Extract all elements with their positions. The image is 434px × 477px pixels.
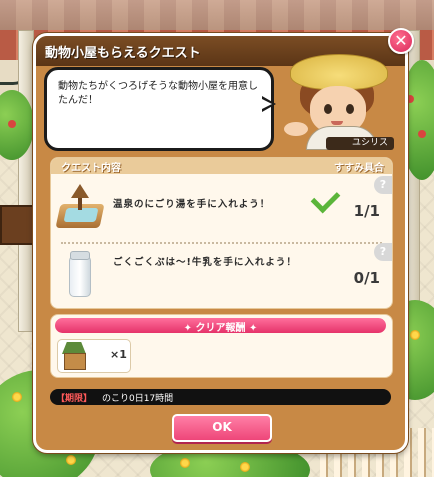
reward-title: ✦ クリア報酬 ✦ <box>183 323 258 334</box>
background-pillar <box>18 30 34 332</box>
character-eye <box>346 104 354 114</box>
progress-label: すすみ具合 <box>334 163 384 174</box>
dialog-title: 動物小屋もらえるクエスト <box>45 46 201 61</box>
hot-spring-icon <box>55 184 105 230</box>
ok-button-label: OK <box>212 420 232 434</box>
background-roof-shade <box>0 0 434 30</box>
reward-item: ×1 <box>57 339 131 373</box>
speech-bubble-tail-inner <box>262 99 272 109</box>
quest-progress: 0/1 <box>353 269 380 287</box>
flower-icon <box>240 462 250 472</box>
quest-content-label: クエスト内容 <box>61 163 121 174</box>
quest-panel-header: クエスト内容 すすみ具合 <box>51 158 392 174</box>
quest-progress: 1/1 <box>353 202 380 220</box>
rose-icon <box>418 130 426 138</box>
quest-panel: クエスト内容 すすみ具合 温泉のにごり湯を手に入れよう！ 1/1 ? ごくごくぷ… <box>50 157 393 309</box>
quest-text: ごくごくぷは～!牛乳を手に入れよう！ <box>113 257 297 268</box>
help-icon[interactable]: ? <box>374 176 392 194</box>
flower-icon <box>12 392 22 402</box>
reward-quantity: ×1 <box>110 348 127 361</box>
rose-icon <box>8 120 16 128</box>
flower-icon <box>66 455 76 465</box>
reward-banner: ✦ クリア報酬 ✦ <box>55 318 386 334</box>
deadline-bar: 【期限】 のこり0日17時間 <box>50 389 391 405</box>
character-portrait <box>284 46 396 150</box>
character-eye <box>324 104 332 114</box>
animal-house-body <box>64 353 86 370</box>
flower-icon <box>180 458 190 468</box>
quest-row: 温泉のにごり湯を手に入れよう！ 1/1 ? <box>51 176 392 240</box>
flower-icon <box>410 330 420 340</box>
speech-bubble: 動物たちがくつろげそうな動物小屋を用意したんだ！ <box>44 67 274 151</box>
character-name-tag: ユシリス <box>326 137 394 150</box>
help-icon[interactable]: ? <box>374 243 392 261</box>
ok-button[interactable]: OK <box>172 414 272 442</box>
deadline-text: のこり0日17時間 <box>102 394 174 404</box>
speech-text: 動物たちがくつろげそうな動物小屋を用意したんだ！ <box>58 81 258 106</box>
milk-bottle-icon <box>57 251 103 297</box>
deadline-tag: 【期限】 <box>56 394 93 404</box>
quest-dialog: 動物小屋もらえるクエスト ✕ 動物たちがくつろげそうな動物小屋を用意したんだ！ … <box>33 28 414 453</box>
quest-text: 温泉のにごり湯を手に入れよう！ <box>113 199 271 210</box>
character-hand <box>284 122 308 136</box>
reward-panel: ✦ クリア報酬 ✦ ×1 <box>50 314 393 378</box>
straw-hat-icon <box>290 54 388 90</box>
quest-row: ごくごくぷは～!牛乳を手に入れよう！ 0/1 ? <box>51 243 392 307</box>
